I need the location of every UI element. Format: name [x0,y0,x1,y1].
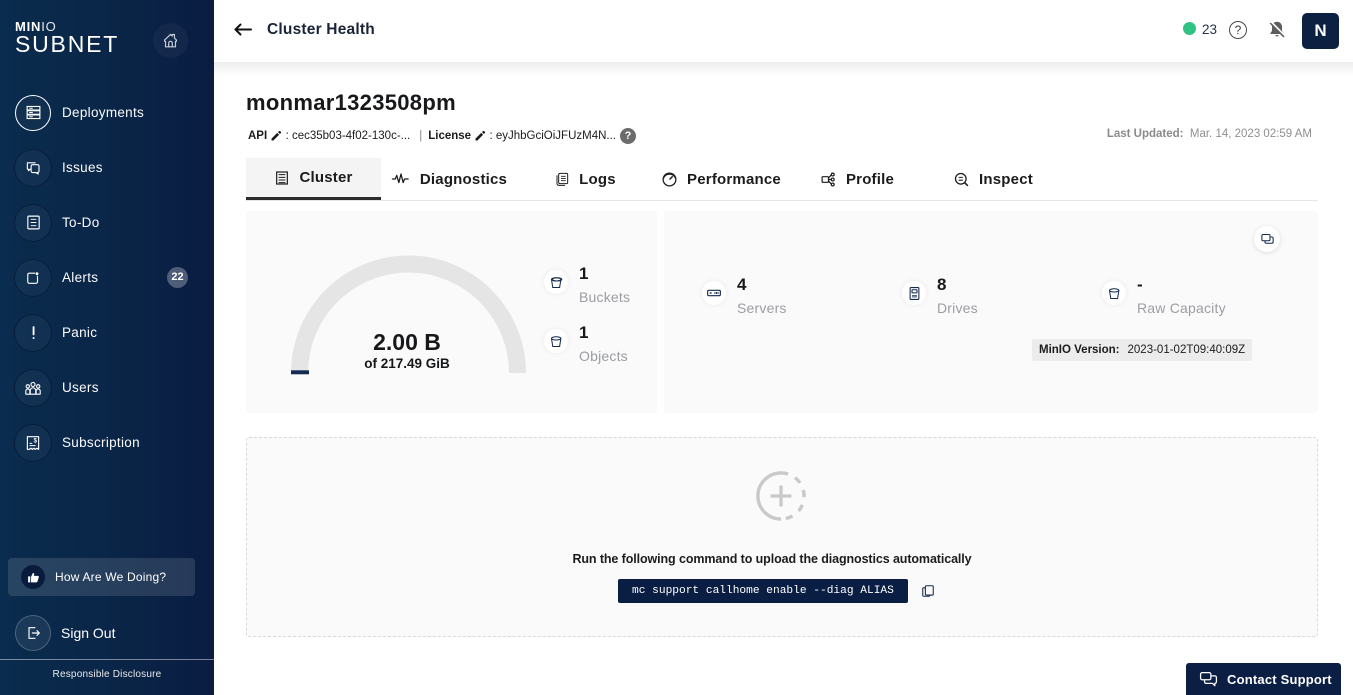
svg-text:$: $ [34,438,38,444]
